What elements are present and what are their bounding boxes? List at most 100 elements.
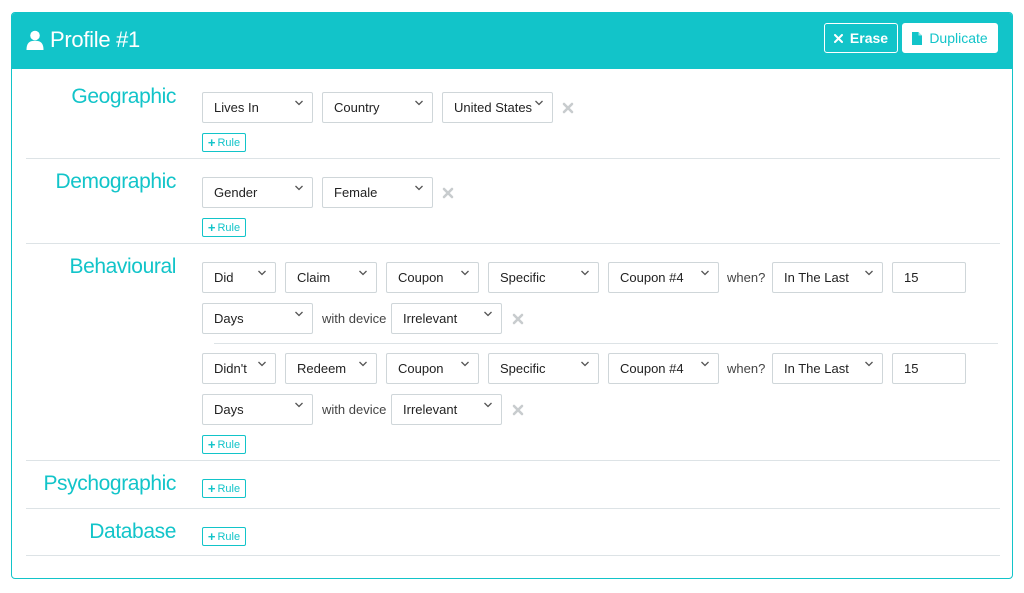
with-device-label: with device [322,311,387,326]
rule-divider [214,343,998,344]
select-value: Days [214,402,244,417]
chevron-down-icon [414,183,424,193]
rule2-unit-select[interactable]: Days [202,394,313,425]
chevron-down-icon [460,268,470,278]
chevron-down-icon [294,98,304,108]
erase-label: Erase [849,30,889,46]
profile-title: Profile #1 [26,25,140,55]
plus-icon: + [207,437,216,452]
erase-button[interactable]: Erase [824,23,898,53]
rule2-object-select[interactable]: Coupon [386,353,479,384]
chevron-down-icon [294,400,304,410]
chevron-down-icon [864,359,874,369]
with-device-label: with device [322,402,387,417]
chevron-down-icon [534,98,544,108]
rule2-item-select[interactable]: Coupon #4 [608,353,719,384]
chevron-down-icon [483,309,493,319]
chevron-down-icon [700,268,710,278]
plus-icon: + [207,135,216,150]
rule1-unit-select[interactable]: Days [202,303,313,334]
select-value: Coupon [398,361,444,376]
section-label-psychographic: Psychographic [43,472,176,495]
select-value: Redeem [297,361,347,376]
remove-rule-icon[interactable] [442,187,454,199]
chevron-down-icon [580,359,590,369]
select-value: Irrelevant [403,402,458,417]
chevron-down-icon [358,359,368,369]
rule2-action-select[interactable]: Didn't [202,353,276,384]
select-value: Female [334,185,378,200]
select-value: Did [214,270,234,285]
section-label-geographic: Geographic [71,85,176,108]
section-label-database: Database [89,520,176,543]
add-rule-label: Rule [217,530,241,543]
section-database: Database + Rule [26,509,1000,556]
remove-rule-icon[interactable] [562,102,574,114]
rule1-item-select[interactable]: Coupon #4 [608,262,719,293]
select-value: Claim [297,270,331,285]
add-rule-label: Rule [217,438,241,451]
select-value: Gender [214,185,258,200]
section-geographic: Geographic Lives In Country United State… [26,70,1000,159]
geographic-value-select[interactable]: United States [442,92,553,123]
rule1-period-select[interactable]: In The Last [772,262,883,293]
select-value: United States [454,100,533,115]
add-rule-button[interactable]: + Rule [202,435,246,454]
profile-header: Profile #1 Erase Duplicate [12,13,1012,69]
add-rule-button[interactable]: + Rule [202,218,246,237]
select-value: Specific [500,361,546,376]
chevron-down-icon [580,268,590,278]
plus-icon: + [207,220,216,235]
select-value: In The Last [784,270,849,285]
geographic-condition-select[interactable]: Lives In [202,92,313,123]
rule1-object-select[interactable]: Coupon [386,262,479,293]
select-value: Days [214,311,244,326]
select-value: Specific [500,270,546,285]
rule1-device-select[interactable]: Irrelevant [391,303,502,334]
rule2-verb-select[interactable]: Redeem [285,353,377,384]
profile-title-text: Profile #1 [50,27,140,52]
add-rule-button[interactable]: + Rule [202,479,246,498]
demographic-attribute-select[interactable]: Gender [202,177,313,208]
rule2-device-select[interactable]: Irrelevant [391,394,502,425]
section-label-behavioural: Behavioural [69,255,176,278]
section-demographic: Demographic Gender Female + Rule [26,159,1000,244]
section-label-demographic: Demographic [55,170,177,193]
rule2-period-select[interactable]: In The Last [772,353,883,384]
plus-icon: + [207,529,216,544]
rule1-scope-select[interactable]: Specific [488,262,599,293]
close-icon [833,33,843,43]
remove-rule-icon[interactable] [512,313,524,325]
select-value: Irrelevant [403,311,458,326]
select-value: Coupon #4 [620,361,684,376]
when-label: when? [727,361,766,376]
section-behavioural: Behavioural Did Claim Coupon Specific Co… [26,244,1000,461]
rule2-amount-input[interactable]: 15 [892,353,966,384]
add-rule-button[interactable]: + Rule [202,527,246,546]
geographic-type-select[interactable]: Country [322,92,433,123]
select-value: Coupon #4 [620,270,684,285]
chevron-down-icon [358,268,368,278]
chevron-down-icon [700,359,710,369]
demographic-value-select[interactable]: Female [322,177,433,208]
duplicate-button[interactable]: Duplicate [902,23,998,53]
rule1-action-select[interactable]: Did [202,262,276,293]
user-icon [26,30,44,50]
chevron-down-icon [460,359,470,369]
profile-card: Profile #1 Erase Duplicate Geographic Li… [11,12,1013,579]
add-rule-button[interactable]: + Rule [202,133,246,152]
chevron-down-icon [257,359,267,369]
rule2-scope-select[interactable]: Specific [488,353,599,384]
rule1-verb-select[interactable]: Claim [285,262,377,293]
chevron-down-icon [294,309,304,319]
document-icon [912,31,923,45]
chevron-down-icon [257,268,267,278]
add-rule-label: Rule [217,221,241,234]
chevron-down-icon [483,400,493,410]
chevron-down-icon [294,183,304,193]
select-value: Didn't [214,361,247,376]
chevron-down-icon [864,268,874,278]
rule1-amount-input[interactable]: 15 [892,262,966,293]
select-value: Country [334,100,380,115]
remove-rule-icon[interactable] [512,404,524,416]
